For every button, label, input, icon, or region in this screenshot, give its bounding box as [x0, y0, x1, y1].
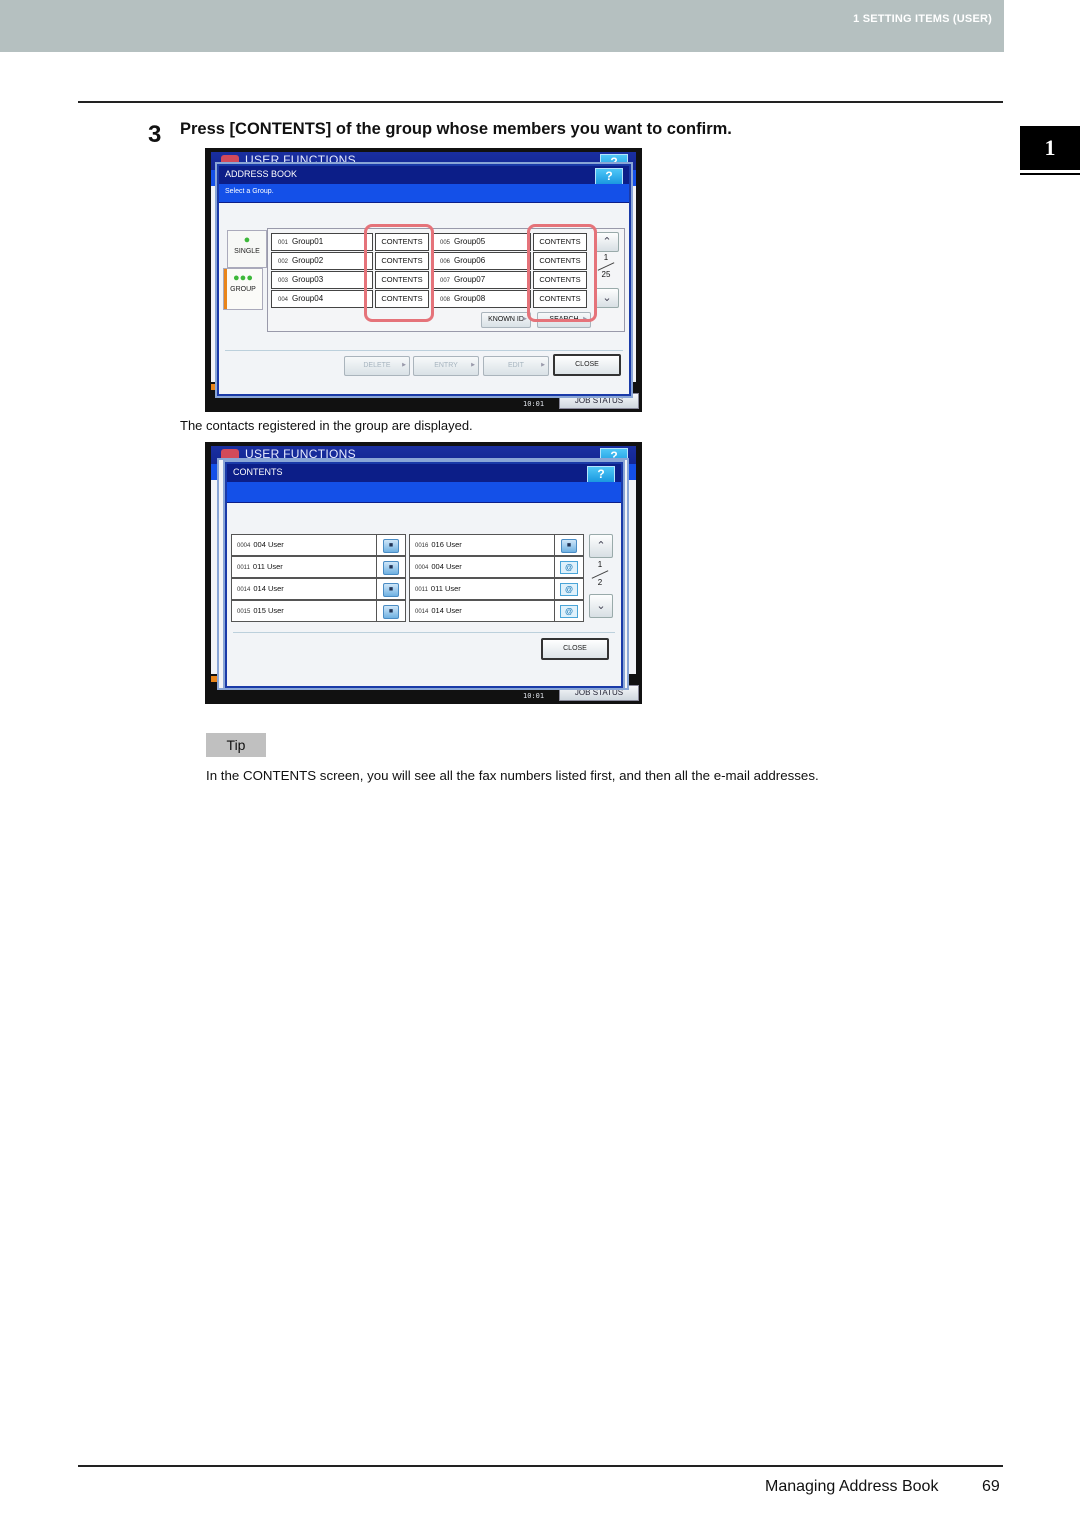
page-up-button[interactable]: ⌃ [595, 232, 619, 252]
tab-group[interactable]: ●●● GROUP [223, 268, 263, 310]
close-button[interactable]: CLOSE [541, 638, 609, 660]
dialog-header: ADDRESS BOOK ? [219, 166, 629, 185]
bottom-rule [78, 1465, 1003, 1467]
footer-title: Managing Address Book [765, 1478, 939, 1495]
tab-single[interactable]: ● SINGLE [227, 230, 267, 268]
edit-button[interactable]: EDIT ▶ [483, 356, 549, 376]
top-rule [78, 101, 1003, 103]
page-down-button[interactable]: ⌄ [589, 594, 613, 618]
close-button[interactable]: CLOSE [553, 354, 621, 376]
group-icon: ●●● [233, 272, 253, 284]
fax-icon: ■ [554, 534, 584, 556]
member-row[interactable]: 0014 014 User [409, 600, 555, 622]
dialog-help-button[interactable]: ? [587, 466, 615, 483]
dialog-header: CONTENTS ? [227, 464, 621, 483]
person-icon: ● [243, 234, 251, 246]
group-row[interactable]: 003 Group03 [271, 271, 373, 289]
tab-single-label: SINGLE [234, 248, 260, 255]
tab-group-label: GROUP [230, 286, 256, 293]
member-row[interactable]: 0004 004 User [409, 556, 555, 578]
member-row[interactable]: 0015 015 User [231, 600, 377, 622]
contents-dialog: CONTENTS ? 0004 004 User ■ 0011 011 User ■… [225, 462, 623, 688]
chapter-tab: 1 [1020, 126, 1080, 170]
dialog-title: CONTENTS [233, 467, 283, 477]
page-current: 1 [597, 560, 603, 569]
group-row[interactable]: 002 Group02 [271, 252, 373, 270]
contents-highlight-left [364, 224, 434, 322]
group-row[interactable]: 001 Group01 [271, 233, 373, 251]
member-row[interactable]: 0014 014 User [231, 578, 377, 600]
button-divider [225, 350, 623, 351]
clock: 10:01 [523, 692, 545, 700]
email-icon: @ [554, 578, 584, 600]
page-total: 25 [601, 270, 611, 279]
button-divider [233, 632, 615, 633]
fax-icon: ■ [376, 600, 406, 622]
page-total: 2 [597, 578, 603, 587]
email-icon: @ [554, 556, 584, 578]
member-row[interactable]: 0011 011 User [409, 578, 555, 600]
instruction-text: Select a Group. [225, 188, 274, 195]
page-current: 1 [603, 253, 609, 262]
caption: The contacts registered in the group are… [180, 418, 473, 433]
step-number: 3 [148, 121, 162, 148]
fax-icon: ■ [376, 556, 406, 578]
group-row[interactable]: 005 Group05 [433, 233, 531, 251]
chapter-tab-underline [1020, 173, 1080, 175]
dialog-help-button[interactable]: ? [595, 168, 623, 185]
tip-text: In the CONTENTS screen, you will see all… [206, 768, 819, 783]
member-row[interactable]: 0011 011 User [231, 556, 377, 578]
page-up-button[interactable]: ⌃ [589, 534, 613, 558]
group-row[interactable]: 004 Group04 [271, 290, 373, 308]
section-label: 1 SETTING ITEMS (USER) [853, 13, 992, 25]
known-id-button[interactable]: KNOWN ID ▶ [481, 312, 531, 328]
dialog-title: ADDRESS BOOK [225, 169, 298, 179]
page-number: 69 [982, 1478, 1000, 1495]
tip-badge: Tip [206, 733, 266, 757]
group-row[interactable]: 007 Group07 [433, 271, 531, 289]
delete-button[interactable]: DELETE ▶ [344, 356, 410, 376]
email-icon: @ [554, 600, 584, 622]
entry-button[interactable]: ENTRY ▶ [413, 356, 479, 376]
fax-icon: ■ [376, 534, 406, 556]
member-row[interactable]: 0016 016 User [409, 534, 555, 556]
member-row[interactable]: 0004 004 User [231, 534, 377, 556]
page-down-button[interactable]: ⌄ [595, 288, 619, 308]
dialog-blue-band [227, 482, 621, 503]
selected-tab-accent [224, 269, 227, 309]
group-row[interactable]: 006 Group06 [433, 252, 531, 270]
fax-icon: ■ [376, 578, 406, 600]
clock: 10:01 [523, 400, 545, 408]
step-title: Press [CONTENTS] of the group whose memb… [180, 120, 732, 138]
contents-highlight-right [527, 224, 597, 322]
group-row[interactable]: 008 Group08 [433, 290, 531, 308]
contents-screen: USER FUNCTIONS ? 10:01 JOB STATUS CONTEN… [205, 442, 642, 704]
header-band: 1 SETTING ITEMS (USER) [0, 0, 1004, 52]
instruction-bar: Select a Group. [219, 184, 629, 203]
